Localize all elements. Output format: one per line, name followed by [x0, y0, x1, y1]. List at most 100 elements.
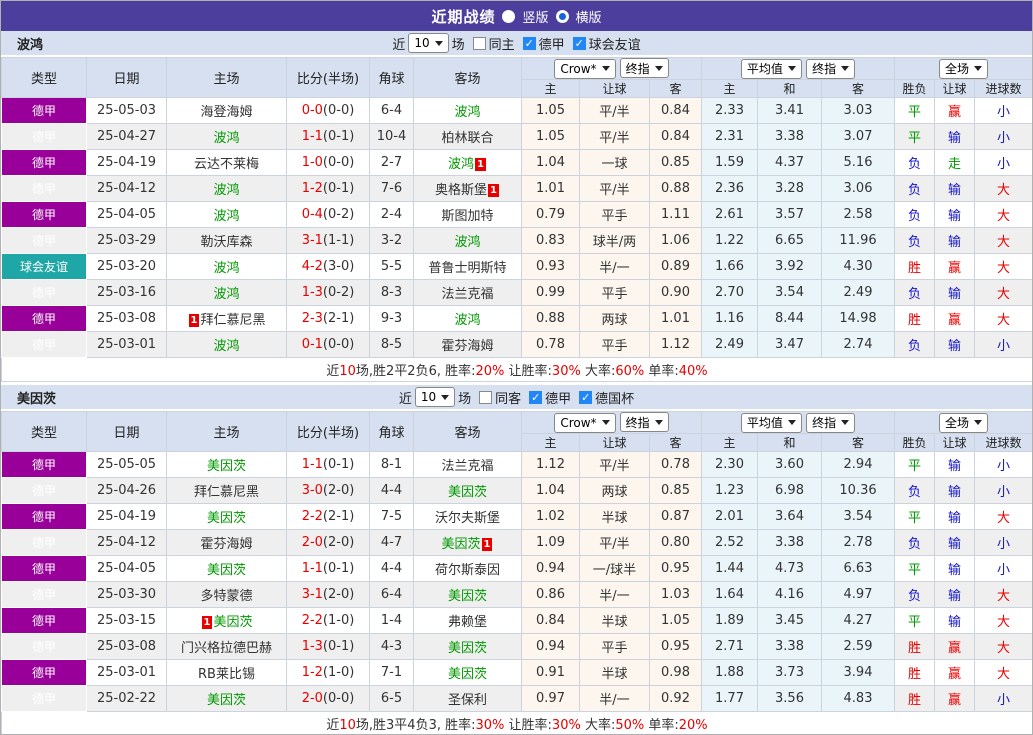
- halftime-score: (0-1): [322, 561, 355, 576]
- away-team-cell: 波鸿: [413, 305, 522, 332]
- odds-handicap-cell: 一球: [579, 149, 650, 176]
- filter-controls: 近 10 场 同客 德甲 德国杯: [399, 387, 634, 407]
- fulltime-score: 2-2: [301, 613, 323, 628]
- recent-count-select[interactable]: 10: [414, 387, 456, 407]
- team-name: 拜仁慕尼黑: [200, 313, 266, 328]
- competition2-checkbox[interactable]: [579, 390, 593, 404]
- team-section: 美因茨 近 10 场 同客 德甲 德国杯 类型 日期 主场 比分(半场): [1, 385, 1032, 734]
- halftime-score: (1-1): [322, 233, 355, 248]
- summary-stat-value: 10: [339, 718, 356, 733]
- corner-cell: 5-5: [369, 253, 414, 280]
- score-cell: 2-3(2-1): [286, 305, 370, 332]
- avg-away-cell: 2.74: [821, 331, 896, 358]
- odds-home-cell: 0.93: [521, 253, 580, 280]
- horizontal-layout-label[interactable]: 横版: [576, 7, 602, 26]
- result-cell: 负: [894, 529, 936, 556]
- odds-stage-select[interactable]: 终指: [619, 412, 669, 433]
- competition2-label[interactable]: 德国杯: [595, 388, 634, 407]
- corner-cell: 4-4: [369, 555, 414, 582]
- avg-home-cell: 1.77: [701, 685, 759, 712]
- avg-away-cell: 3.54: [821, 503, 896, 530]
- match-type-cell: 德甲: [1, 607, 87, 634]
- scope-select[interactable]: 全场: [939, 58, 989, 79]
- odds-away-cell: 0.80: [648, 529, 703, 556]
- team-section: 波鸿 近 10 场 同主 德甲 球会友谊 类型 日期 主场 比分(半场): [1, 31, 1032, 382]
- average-stage-select[interactable]: 终指: [806, 58, 856, 79]
- vertical-layout-label[interactable]: 竖版: [522, 7, 548, 26]
- odds-away-cell: 1.06: [648, 227, 703, 254]
- same-venue-checkbox[interactable]: [472, 36, 486, 50]
- avg-away-cell: 2.49: [821, 279, 896, 306]
- corner-cell: 7-1: [369, 659, 414, 686]
- avg-home-cell: 2.33: [701, 97, 759, 124]
- halftime-score: (0-1): [322, 129, 355, 144]
- home-team-cell: 霍芬海姆: [166, 529, 287, 556]
- competition2-label[interactable]: 球会友谊: [589, 34, 641, 53]
- avg-home-cell: 2.61: [701, 201, 759, 228]
- match-row: 德甲 25-03-01 波鸿 0-1(0-0) 8-5 霍芬海姆 0.78 平手 1.12 2.4…: [1, 331, 1032, 358]
- team-name: 波鸿: [454, 235, 481, 250]
- avg-home-cell: 1.16: [701, 305, 759, 332]
- recent-count-select[interactable]: 10: [408, 33, 449, 53]
- same-venue-label[interactable]: 同主: [489, 34, 515, 53]
- odds-handicap-cell: 平手: [579, 331, 650, 358]
- subcol-goals: 进球数: [974, 79, 1032, 98]
- avg-draw-cell: 8.44: [757, 305, 823, 332]
- handicap-result-cell: 输: [934, 227, 976, 254]
- avg-home-cell: 1.89: [701, 607, 759, 634]
- away-team-cell: 美因茨 1: [413, 529, 522, 556]
- competition2-checkbox[interactable]: [572, 36, 586, 50]
- handicap-result-cell: 输: [934, 477, 976, 504]
- competition1-label[interactable]: 德甲: [545, 388, 571, 407]
- competition1-checkbox[interactable]: [529, 390, 543, 404]
- home-team-cell: 多特蒙德: [166, 581, 287, 608]
- halftime-score: (3-0): [322, 259, 355, 274]
- same-venue-checkbox[interactable]: [479, 390, 493, 404]
- handicap-result-cell: 输: [934, 175, 976, 202]
- score-cell: 3-0(2-0): [286, 477, 370, 504]
- match-type-cell: 德甲: [1, 685, 87, 712]
- fulltime-score: 1-1: [301, 457, 323, 472]
- odds-stage-select[interactable]: 终指: [619, 58, 669, 79]
- team-name: 柏林联合: [441, 131, 494, 146]
- goals-result-cell: 小: [974, 529, 1032, 556]
- average-select[interactable]: 平均值: [740, 412, 802, 433]
- col-header-away: 客场: [413, 57, 522, 98]
- recent-prefix-label: 近: [392, 37, 406, 53]
- avg-draw-cell: 3.41: [757, 97, 823, 124]
- odds-away-cell: 0.78: [648, 451, 703, 478]
- team-name: 普鲁士明斯特: [428, 261, 507, 276]
- average-stage-select[interactable]: 终指: [806, 412, 856, 433]
- same-venue-label[interactable]: 同客: [495, 388, 521, 407]
- team-name: 圣保利: [447, 693, 487, 708]
- competition1-checkbox[interactable]: [522, 36, 536, 50]
- match-type-cell: 德甲: [1, 175, 87, 202]
- scope-select[interactable]: 全场: [939, 412, 989, 433]
- odds-source-select[interactable]: Crow*: [554, 58, 616, 79]
- odds-handicap-cell: 平手: [579, 279, 650, 306]
- match-row: 德甲 25-03-08 1 拜仁慕尼黑 2-3(2-1) 9-3 波鸿 0.88 两球 1.01 1…: [1, 305, 1032, 332]
- avg-draw-cell: 4.73: [757, 555, 823, 582]
- result-cell: 负: [894, 279, 936, 306]
- fulltime-score: 1-3: [301, 639, 323, 654]
- halftime-score: (2-0): [322, 587, 355, 602]
- score-cell: 1-3(0-1): [286, 633, 370, 660]
- vertical-layout-radio[interactable]: [502, 9, 516, 23]
- competition1-label[interactable]: 德甲: [539, 34, 565, 53]
- avg-draw-cell: 6.65: [757, 227, 823, 254]
- away-team-cell: 波鸿: [413, 97, 522, 124]
- odds-handicap-cell: 两球: [579, 305, 650, 332]
- col-header-away: 客场: [413, 411, 522, 452]
- avg-away-cell: 3.03: [821, 97, 896, 124]
- odds-handicap-cell: 平/半: [579, 451, 650, 478]
- odds-handicap-cell: 平/半: [579, 123, 650, 150]
- odds-source-select[interactable]: Crow*: [554, 412, 616, 433]
- avg-away-cell: 11.96: [821, 227, 896, 254]
- avg-away-cell: 2.94: [821, 451, 896, 478]
- match-row: 德甲 25-04-19 云达不莱梅 1-0(0-0) 2-7 波鸿 1 1.04 一球 0.85 1…: [1, 149, 1032, 176]
- average-select[interactable]: 平均值: [740, 58, 802, 79]
- odds-handicap-cell: 半球: [579, 607, 650, 634]
- odds-home-cell: 0.84: [521, 607, 580, 634]
- title-bar: 近期战绩 竖版 横版: [1, 1, 1032, 31]
- horizontal-layout-radio[interactable]: [555, 9, 569, 23]
